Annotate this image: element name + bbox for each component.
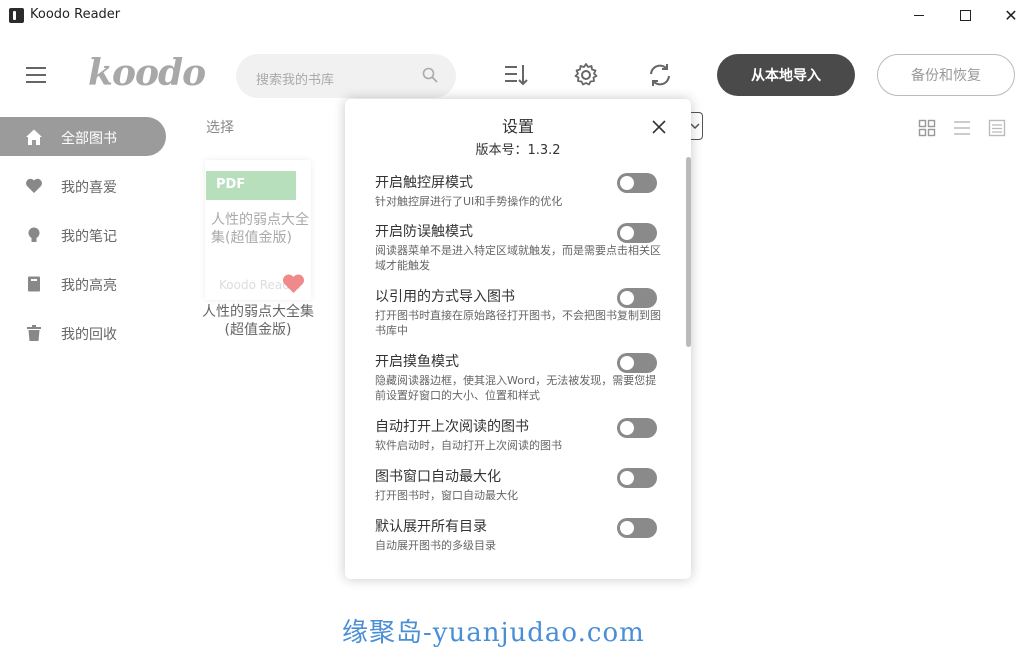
trash-icon <box>27 325 41 341</box>
toggle-expand-all-toc[interactable] <box>617 518 657 538</box>
setting-desc: 针对触控屏进行了UI和手势操作的优化 <box>375 195 563 208</box>
sidebar-item-label: 我的高亮 <box>61 278 117 294</box>
minimize-button[interactable] <box>896 0 942 31</box>
highlight-book-icon <box>28 276 40 292</box>
sidebar-item-label: 全部图书 <box>61 131 117 147</box>
book-card[interactable]: PDF 人性的弱点大全集(超值金版) Koodo Reader <box>205 160 311 300</box>
settings-scrollbar[interactable] <box>686 157 691 347</box>
toggle-prevent-mistouch[interactable] <box>617 223 657 243</box>
toggle-auto-maximize[interactable] <box>617 468 657 488</box>
sidebar-item-notes[interactable]: 我的笔记 <box>0 215 166 254</box>
format-badge: PDF <box>206 171 296 200</box>
setting-desc: 打开图书时直接在原始路径打开图书，不会把图书复制到图书库中 <box>375 309 661 337</box>
settings-title: 设置 <box>501 117 534 136</box>
grid-view-icon[interactable] <box>918 119 936 137</box>
maximize-icon <box>959 10 971 21</box>
sidebar-item-all-books[interactable]: 全部图书 <box>0 117 166 156</box>
toggle-open-last-book[interactable] <box>617 418 657 438</box>
app-logo: koodo <box>88 52 206 94</box>
close-window-button[interactable]: ✕ <box>988 0 1034 31</box>
close-icon: ✕ <box>1004 5 1018 25</box>
sidebar-item-favorites[interactable]: 我的喜爱 <box>0 166 166 205</box>
maximize-button[interactable] <box>942 0 988 31</box>
window-title: Koodo Reader <box>30 7 121 22</box>
sort-icon[interactable] <box>503 62 529 88</box>
heart-icon <box>26 178 42 193</box>
setting-desc: 阅读器菜单不是进入特定区域就触发，而是需要点击相关区域才能触发 <box>375 244 661 272</box>
setting-desc: 隐藏阅读器边框，使其混入Word，无法被发现，需要您提前设置好窗口的大小、位置和… <box>375 374 657 402</box>
settings-dialog: 设置 版本号：1.3.2 开启触控屏模式 针对触控屏进行了UI和手势操作的优化 … <box>345 99 691 579</box>
search-input[interactable]: 搜索我的书库 <box>236 54 456 98</box>
gear-icon[interactable] <box>573 62 599 88</box>
version-label: 版本号：1.3.2 <box>475 143 561 158</box>
import-local-button[interactable]: 从本地导入 <box>717 54 855 96</box>
sidebar-item-highlights[interactable]: 我的高亮 <box>0 264 166 303</box>
title-bar: Koodo Reader ✕ <box>0 0 1036 31</box>
toggle-touch-mode[interactable] <box>617 173 657 193</box>
bulb-icon <box>28 227 40 242</box>
search-icon[interactable] <box>422 67 438 83</box>
home-icon <box>26 129 42 145</box>
cover-list-view-icon[interactable] <box>988 119 1006 137</box>
book-title[interactable]: 人性的弱点大全集(超值金版) <box>202 303 314 339</box>
minimize-icon <box>914 15 924 16</box>
sidebar-item-label: 我的喜爱 <box>61 180 117 196</box>
close-icon[interactable] <box>651 119 667 135</box>
sidebar-item-trash[interactable]: 我的回收 <box>0 313 166 352</box>
favorite-heart-icon[interactable] <box>282 273 305 294</box>
search-placeholder: 搜索我的书库 <box>256 73 335 88</box>
setting-desc: 自动展开图书的多级目录 <box>375 539 496 552</box>
toggle-stealth-mode[interactable] <box>617 353 657 373</box>
sidebar-item-label: 我的笔记 <box>61 229 117 245</box>
sync-icon[interactable] <box>647 62 673 88</box>
toggle-import-by-reference[interactable] <box>617 288 657 308</box>
backup-restore-button[interactable]: 备份和恢复 <box>877 54 1015 96</box>
app-icon <box>9 8 24 23</box>
cover-title: 人性的弱点大全集(超值金版) <box>211 212 309 246</box>
setting-desc: 打开图书时，窗口自动最大化 <box>375 489 518 502</box>
setting-desc: 软件启动时，自动打开上次阅读的图书 <box>375 439 562 452</box>
menu-icon[interactable] <box>26 67 46 83</box>
select-mode-label[interactable]: 选择 <box>206 117 234 137</box>
site-watermark: 缘聚岛-yuanjudao.com <box>342 618 645 648</box>
chevron-down-icon <box>690 123 700 130</box>
sidebar-item-label: 我的回收 <box>61 327 117 343</box>
list-view-icon[interactable] <box>953 119 971 137</box>
